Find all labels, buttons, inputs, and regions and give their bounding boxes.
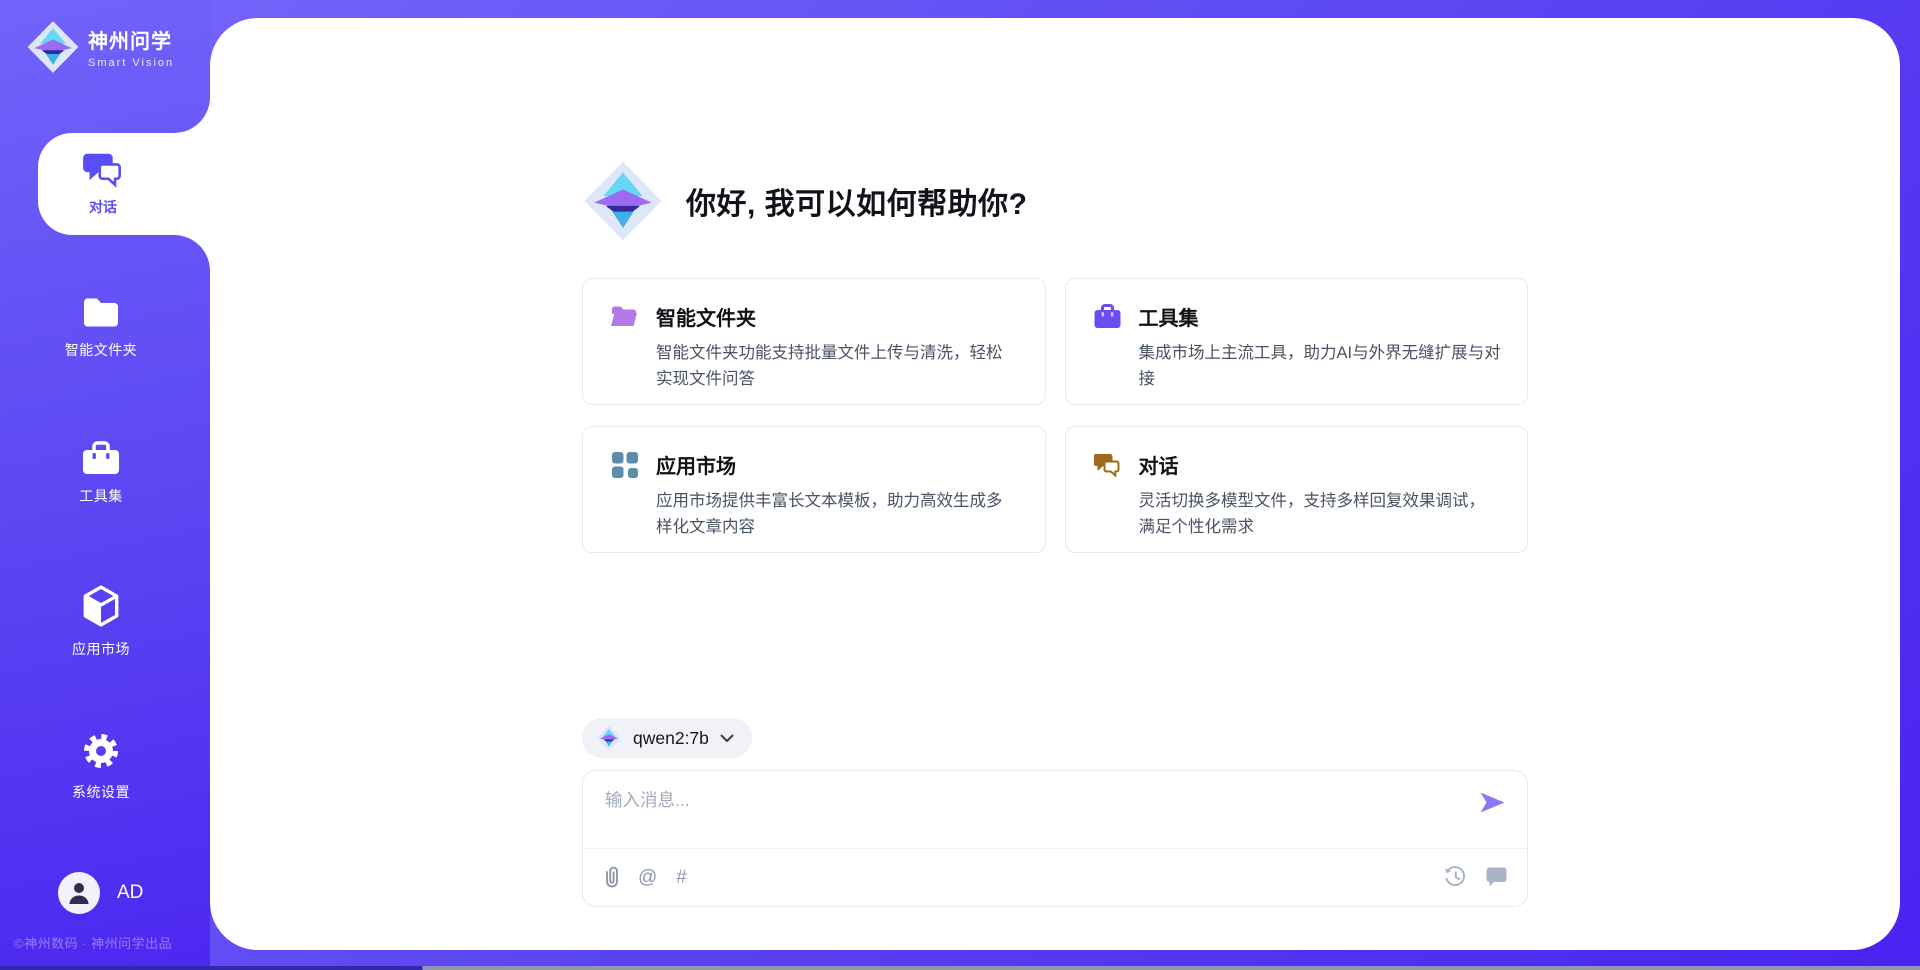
folder-open-icon (611, 303, 638, 330)
history-icon[interactable] (1444, 866, 1467, 888)
card-title: 智能文件夹 (656, 302, 756, 331)
sidebar-item-label: 智能文件夹 (65, 340, 138, 360)
sidebar-item-smart-folder[interactable]: 智能文件夹 (0, 296, 202, 360)
sidebar-item-app-market[interactable]: 应用市场 (0, 584, 202, 659)
card-chat[interactable]: 对话 灵活切换多模型文件，支持多样回复效果调试，满足个性化需求 (1065, 426, 1529, 553)
grid-icon (611, 451, 638, 478)
tab-fillet-bottom (174, 235, 210, 271)
folder-icon (81, 296, 121, 329)
card-toolset[interactable]: 工具集 集成市场上主流工具，助力AI与外界无缝扩展与对接 (1065, 278, 1529, 405)
brand-subtitle: Smart Vision (88, 57, 174, 69)
sidebar: 神州问学 Smart Vision 对话 智能文件夹 (0, 0, 210, 970)
send-icon (1479, 791, 1506, 814)
feedback-bubble-icon[interactable] (1486, 867, 1507, 887)
composer-toolbar: @ # (605, 861, 1507, 893)
user-account[interactable]: AD (58, 872, 143, 914)
chat-bubbles-icon (1094, 451, 1121, 478)
app-window: 你好, 我可以如何帮助你? 智能文件夹 智能文件夹功能支持批量文件上传与清洗，轻… (0, 0, 1920, 970)
model-gem-icon (596, 725, 622, 751)
model-selector[interactable]: qwen2:7b (582, 718, 752, 758)
card-title: 对话 (1139, 450, 1179, 479)
chat-icon (82, 151, 124, 188)
card-app-market[interactable]: 应用市场 应用市场提供丰富长文本模板，助力高效生成多样化文章内容 (582, 426, 1046, 553)
toolbox-icon (81, 441, 121, 475)
model-name: qwen2:7b (633, 728, 709, 749)
card-desc: 灵活切换多模型文件，支持多样回复效果调试，满足个性化需求 (1139, 489, 1502, 540)
user-initials: AD (117, 882, 143, 904)
toolbox-icon (1094, 303, 1121, 330)
sidebar-item-label: 工具集 (79, 486, 123, 506)
sidebar-item-label: 对话 (89, 197, 117, 217)
copyright-text: ©神州数码 · 神州问学出品 (14, 933, 172, 952)
card-desc: 应用市场提供丰富长文本模板，助力高效生成多样化文章内容 (656, 489, 1019, 540)
brand-title: 神州问学 (88, 25, 174, 54)
sidebar-item-label: 系统设置 (72, 782, 130, 802)
composer-divider (583, 848, 1527, 849)
sidebar-item-label: 应用市场 (72, 639, 130, 659)
main-panel: 你好, 我可以如何帮助你? 智能文件夹 智能文件夹功能支持批量文件上传与清洗，轻… (210, 18, 1900, 950)
window-bottom-edge (0, 966, 1920, 970)
avatar (58, 872, 100, 914)
composer: @ # (582, 770, 1528, 907)
gear-icon (81, 731, 121, 771)
card-title: 应用市场 (656, 450, 736, 479)
cube-icon (80, 584, 122, 628)
mention-icon[interactable]: @ (638, 868, 657, 887)
sidebar-item-toolset[interactable]: 工具集 (0, 441, 202, 506)
card-title: 工具集 (1139, 302, 1199, 331)
chevron-down-icon (720, 734, 734, 743)
tab-fillet-top (174, 97, 210, 133)
brand-logo-icon (26, 20, 80, 74)
card-smart-folder[interactable]: 智能文件夹 智能文件夹功能支持批量文件上传与清洗，轻松实现文件问答 (582, 278, 1046, 405)
attachment-icon[interactable] (605, 866, 619, 888)
greeting-text: 你好, 我可以如何帮助你? (686, 179, 1028, 223)
send-button[interactable] (1477, 791, 1507, 817)
message-input[interactable] (605, 787, 1445, 839)
feature-cards: 智能文件夹 智能文件夹功能支持批量文件上传与清洗，轻松实现文件问答 (582, 278, 1528, 553)
sidebar-item-settings[interactable]: 系统设置 (0, 731, 202, 802)
brand-gem-icon (582, 160, 664, 242)
card-desc: 集成市场上主流工具，助力AI与外界无缝扩展与对接 (1139, 341, 1502, 392)
greeting-row: 你好, 我可以如何帮助你? (582, 160, 1528, 242)
hashtag-icon[interactable]: # (676, 868, 687, 887)
sidebar-item-chat-active[interactable]: 对话 (38, 133, 210, 235)
card-desc: 智能文件夹功能支持批量文件上传与清洗，轻松实现文件问答 (656, 341, 1019, 392)
brand[interactable]: 神州问学 Smart Vision (26, 20, 174, 74)
person-icon (68, 881, 90, 905)
